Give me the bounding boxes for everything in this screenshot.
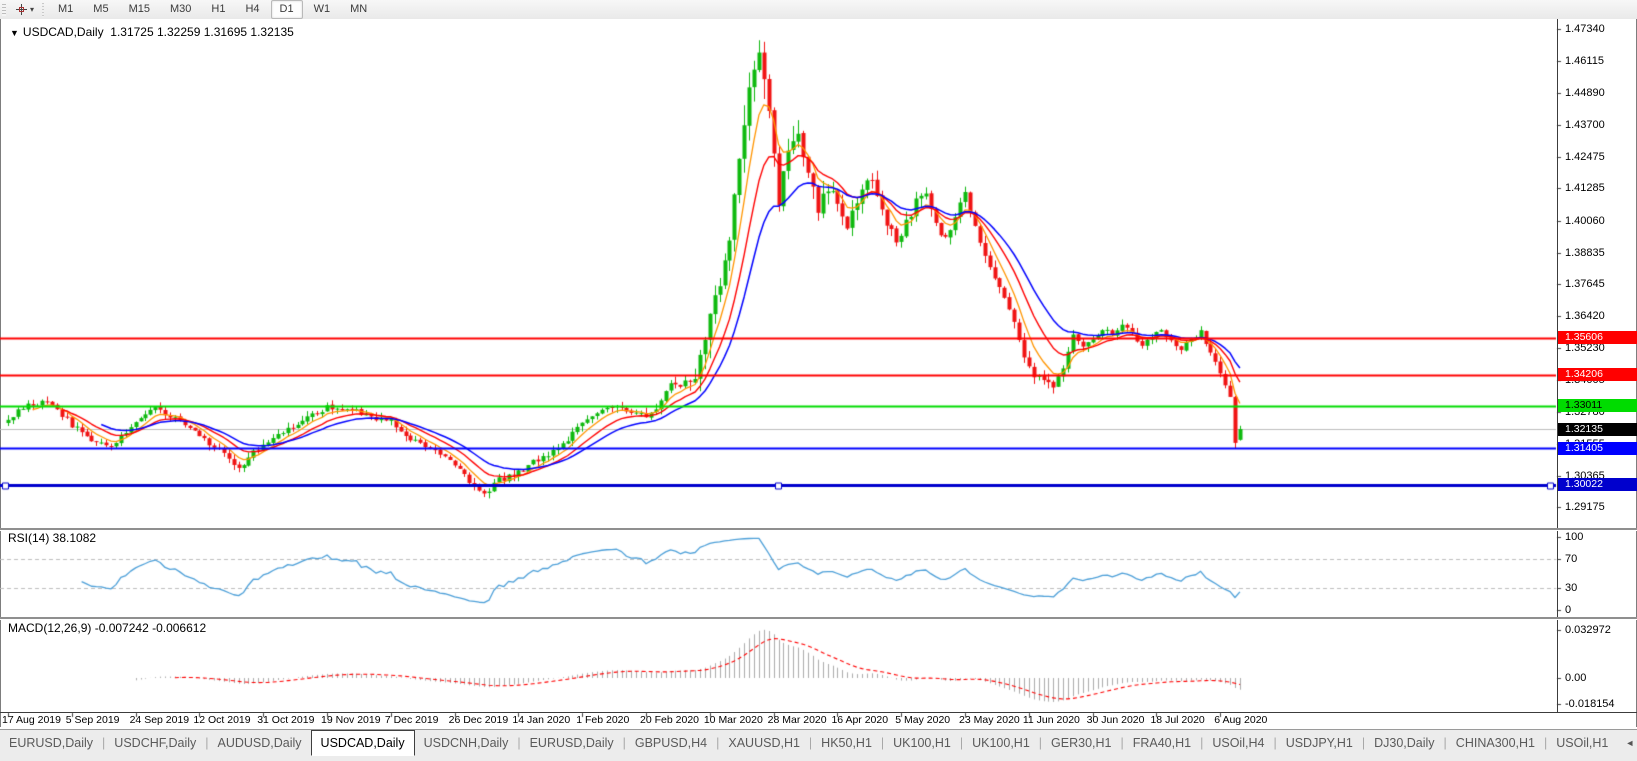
rsi-indicator-label: RSI(14) 38.1082 bbox=[8, 531, 97, 545]
macd-axis-label: -0.018154 bbox=[1565, 698, 1615, 711]
price-axis-label: 1.41285 bbox=[1565, 182, 1605, 195]
date-axis-label: 18 Jul 2020 bbox=[1150, 714, 1205, 726]
hline-price-badge[interactable]: 1.31405 bbox=[1558, 441, 1637, 455]
price-axis-label: 1.29175 bbox=[1565, 500, 1605, 513]
date-axis-label: 26 Dec 2019 bbox=[448, 714, 509, 726]
date-axis-label: 6 Aug 2020 bbox=[1214, 714, 1268, 726]
hline-price-badge[interactable]: 1.33011 bbox=[1558, 399, 1637, 413]
date-axis-label: 11 Jun 2020 bbox=[1022, 714, 1080, 726]
macd-axis-label: 0.00 bbox=[1565, 672, 1587, 684]
price-axis-label: 1.40060 bbox=[1565, 214, 1605, 227]
date-axis-label: 1 Feb 2020 bbox=[576, 714, 630, 726]
date-axis-label: 24 Sep 2019 bbox=[129, 714, 190, 726]
hline-price-badge[interactable]: 1.30022 bbox=[1558, 478, 1637, 492]
date-axis-label: 10 Mar 2020 bbox=[703, 714, 763, 726]
date-axis-label: 30 Jun 2020 bbox=[1086, 714, 1145, 726]
price-axis-label: 1.44890 bbox=[1565, 87, 1605, 100]
date-axis-label: 17 Aug 2019 bbox=[2, 714, 61, 726]
price-axis-label: 1.38835 bbox=[1565, 246, 1605, 259]
date-axis-label: 28 Mar 2020 bbox=[767, 714, 827, 726]
price-axis-label: 1.42475 bbox=[1565, 150, 1605, 163]
date-axis-label: 23 May 2020 bbox=[959, 714, 1020, 726]
triangle-down-icon: ▼ bbox=[10, 28, 19, 38]
panel-separator-main-rsi[interactable] bbox=[0, 528, 1637, 531]
date-axis-label: 5 May 2020 bbox=[895, 714, 951, 726]
price-axis-label: 1.43700 bbox=[1565, 118, 1605, 131]
hline-price-badge[interactable]: 1.34206 bbox=[1558, 368, 1637, 382]
date-axis-label: 20 Feb 2020 bbox=[640, 714, 699, 726]
chart-ohlc-values: 1.31725 1.32259 1.31695 1.32135 bbox=[110, 25, 294, 39]
date-axis-label: 16 Apr 2020 bbox=[831, 714, 889, 726]
chart-canvas[interactable] bbox=[0, 0, 1637, 761]
price-axis-label: 1.46115 bbox=[1565, 55, 1604, 68]
date-axis-label: 5 Sep 2019 bbox=[65, 714, 120, 726]
current-price-badge: 1.32135 bbox=[1558, 422, 1637, 436]
chart-title: ▼ USDCAD,Daily 1.31725 1.32259 1.31695 1.… bbox=[10, 25, 294, 39]
price-axis-label: 1.36420 bbox=[1565, 310, 1605, 323]
date-axis-label: 14 Jan 2020 bbox=[512, 714, 571, 726]
trading-terminal-window: ▾ M1M5M15M30H1H4D1W1MN ▼USDCAD,Daily 1.3… bbox=[0, 0, 1637, 761]
chart-symbol-label: USDCAD,Daily bbox=[22, 25, 104, 39]
panel-separator-rsi-macd[interactable] bbox=[0, 617, 1637, 620]
rsi-axis-label: 100 bbox=[1565, 531, 1584, 543]
macd-indicator-label: MACD(12,26,9) -0.007242 -0.006612 bbox=[8, 621, 207, 635]
price-axis-label: 1.37645 bbox=[1565, 278, 1605, 291]
macd-axis-label: 0.032972 bbox=[1565, 623, 1611, 636]
date-axis-label: 31 Oct 2019 bbox=[257, 714, 315, 726]
rsi-axis-label: 30 bbox=[1565, 582, 1578, 595]
date-axis-label: 7 Dec 2019 bbox=[384, 714, 439, 726]
rsi-axis-label: 0 bbox=[1565, 604, 1572, 616]
date-axis-label: 19 Nov 2019 bbox=[321, 714, 381, 726]
date-axis-label: 12 Oct 2019 bbox=[193, 714, 251, 726]
hline-price-badge[interactable]: 1.35606 bbox=[1558, 331, 1637, 345]
rsi-axis-label: 70 bbox=[1565, 552, 1578, 565]
price-axis-label: 1.47340 bbox=[1565, 23, 1605, 35]
